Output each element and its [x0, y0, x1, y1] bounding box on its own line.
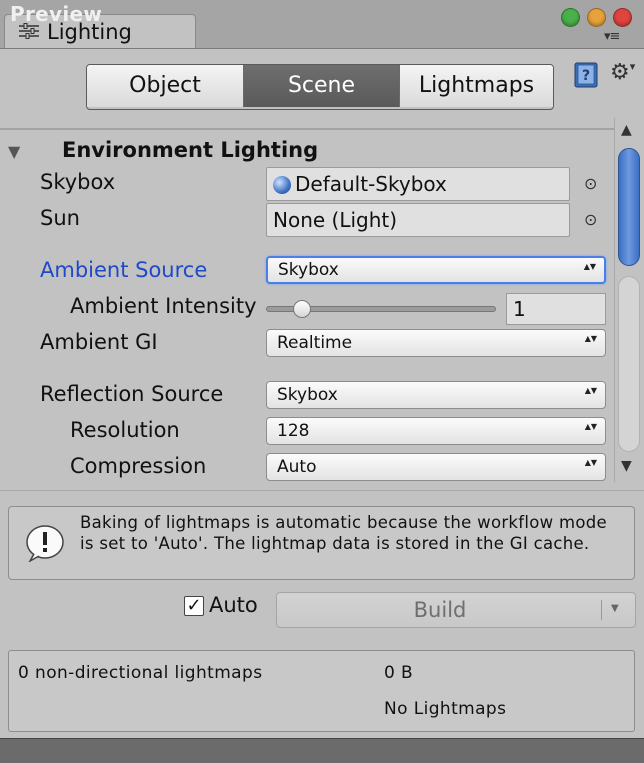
chevron-updown-icon: ▲▼: [584, 386, 597, 395]
sun-field[interactable]: None (Light): [266, 203, 570, 237]
preview-label: Preview: [10, 2, 103, 26]
auto-checkbox[interactable]: ✓: [184, 596, 204, 616]
ambient-source-label: Ambient Source: [40, 258, 208, 282]
tab-lightmaps[interactable]: Lightmaps: [400, 65, 553, 107]
minimize-button[interactable]: [587, 8, 606, 27]
settings-gear-icon[interactable]: ⚙▾: [610, 60, 635, 85]
chevron-updown-icon: ▲▼: [584, 334, 597, 343]
divider: [0, 490, 644, 491]
help-message: Baking of lightmaps is automatic because…: [80, 513, 608, 553]
chevron-down-icon[interactable]: ▼: [611, 603, 619, 614]
compression-label: Compression: [70, 454, 207, 478]
ambient-gi-label: Ambient GI: [40, 330, 158, 354]
ambient-gi-value: Realtime: [277, 333, 353, 353]
skybox-field[interactable]: Default-Skybox: [266, 167, 570, 201]
close-button[interactable]: [613, 8, 632, 27]
object-picker-icon[interactable]: ⊙: [584, 174, 597, 193]
reflection-source-label: Reflection Source: [40, 382, 224, 406]
build-separator: [601, 600, 602, 620]
ambient-source-value: Skybox: [278, 260, 339, 280]
section-collapse-triangle-icon[interactable]: ▼: [8, 142, 20, 161]
build-button[interactable]: Build ▼: [276, 592, 636, 628]
resolution-dropdown[interactable]: 128 ▲▼: [266, 417, 606, 445]
chevron-updown-icon: ▲▼: [584, 422, 597, 431]
reflection-source-value: Skybox: [277, 385, 338, 405]
help-book-icon[interactable]: ?: [574, 62, 598, 88]
build-label: Build: [413, 598, 467, 622]
material-sphere-icon: [273, 176, 291, 194]
divider: [0, 128, 644, 130]
info-exclamation-icon: [26, 525, 64, 562]
lightmap-count: 0 non-directional lightmaps: [18, 663, 263, 683]
ambient-gi-dropdown[interactable]: Realtime ▲▼: [266, 329, 606, 357]
chevron-updown-icon: ▲▼: [583, 262, 596, 271]
compression-dropdown[interactable]: Auto ▲▼: [266, 453, 606, 481]
resolution-value: 128: [277, 421, 310, 441]
compression-value: Auto: [277, 457, 317, 477]
lightmap-status: No Lightmaps: [384, 699, 507, 719]
auto-label: Auto: [209, 593, 258, 617]
preview-bar[interactable]: [0, 738, 644, 763]
object-picker-icon[interactable]: ⊙: [584, 210, 597, 229]
ambient-intensity-label: Ambient Intensity: [70, 294, 257, 318]
tab-scene[interactable]: Scene: [244, 65, 400, 107]
reflection-source-dropdown[interactable]: Skybox ▲▼: [266, 381, 606, 409]
svg-text:?: ?: [582, 68, 590, 84]
scrollbar-track[interactable]: [618, 276, 640, 452]
chevron-updown-icon: ▲▼: [584, 458, 597, 467]
maximize-button[interactable]: [561, 8, 580, 27]
section-title: Environment Lighting: [62, 138, 319, 162]
scroll-up-arrow-icon[interactable]: ▲: [621, 122, 632, 138]
tab-object[interactable]: Object: [87, 65, 244, 107]
scroll-down-arrow-icon[interactable]: ▼: [621, 458, 632, 474]
skybox-value: Default-Skybox: [295, 172, 447, 196]
ambient-intensity-input[interactable]: 1: [506, 293, 606, 325]
lighting-mode-tabs: Object Scene Lightmaps: [86, 64, 554, 110]
lightmap-size: 0 B: [384, 663, 414, 683]
resolution-label: Resolution: [70, 418, 180, 442]
tab-menu-icon[interactable]: ▾≡: [604, 29, 620, 44]
ambient-intensity-slider-thumb[interactable]: [292, 300, 311, 318]
sun-label: Sun: [40, 206, 80, 230]
ambient-source-dropdown[interactable]: Skybox ▲▼: [266, 256, 606, 284]
scrollbar-thumb[interactable]: [618, 148, 640, 266]
skybox-label: Skybox: [40, 170, 116, 194]
